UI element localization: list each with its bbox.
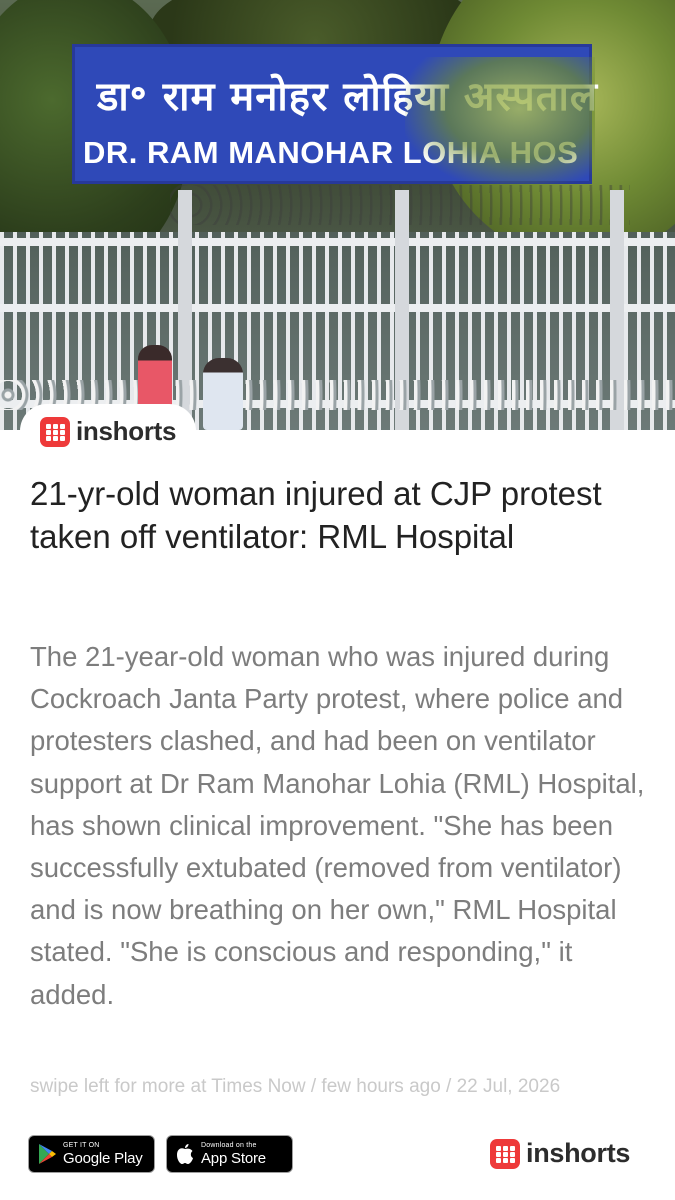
sign-overhanging-leaves [405, 57, 595, 187]
google-play-icon [39, 1144, 56, 1164]
app-store-small-label: Download on the [201, 1142, 257, 1149]
fence-rail-middle [0, 304, 675, 312]
article-body: The 21-year-old woman who was injured du… [30, 641, 645, 1010]
app-store-label: App Store [201, 1150, 266, 1167]
app-store-button[interactable]: Download on the App Store [166, 1135, 293, 1173]
hospital-sign: डा॰ राम मनोहर लोहिया अस्पताल DR. RAM MAN… [72, 44, 597, 187]
inshorts-logo-text: inshorts [76, 416, 177, 446]
person-white-shirt [203, 358, 243, 430]
article-source-meta[interactable]: swipe left for more at Times Now / few h… [30, 1076, 660, 1098]
inshorts-logo-icon [490, 1138, 520, 1169]
inshorts-logo-icon [40, 416, 70, 447]
apple-icon [177, 1144, 193, 1164]
google-play-label: Google Play [63, 1150, 143, 1167]
google-play-small-label: GET IT ON [63, 1142, 100, 1149]
hero-photo: डा॰ राम मनोहर लोहिया अस्पताल DR. RAM MAN… [0, 0, 675, 430]
article-headline: 21-yr-old woman injured at CJP protest t… [30, 475, 602, 555]
inshorts-logo: inshorts [40, 416, 176, 447]
inshorts-badge: inshorts [20, 404, 196, 458]
footer-inshorts-logo[interactable]: inshorts [490, 1138, 630, 1169]
fence-rail-top [0, 238, 675, 246]
google-play-button[interactable]: GET IT ON Google Play [28, 1135, 155, 1173]
footer-inshorts-logo-text: inshorts [526, 1138, 631, 1168]
